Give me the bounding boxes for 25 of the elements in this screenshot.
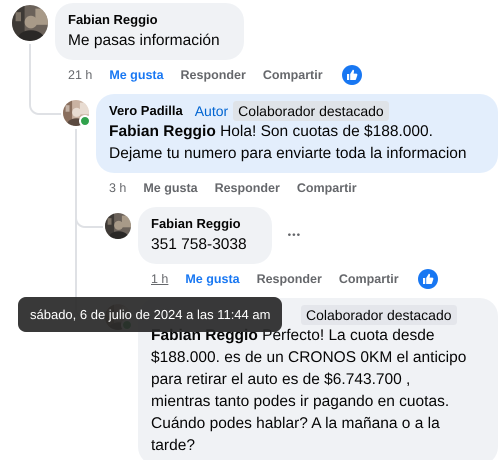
thumbs-up-icon[interactable] [342,65,362,85]
contributor-badge: Colaborador destacado [233,101,389,121]
comment-text: 351 758-3038 [151,235,248,255]
action-link[interactable]: Compartir [338,272,399,286]
action-link[interactable]: Me gusta [109,68,164,82]
more-options-button[interactable]: ••• [284,226,306,245]
action-link[interactable]: Me gusta [185,272,240,286]
timestamp-link[interactable]: 1 h [151,272,168,286]
author-label: Autor [194,102,228,121]
author-name[interactable]: Fabian Reggio [151,214,241,234]
comment-text: Fabian Reggio Hola! Son cuotas de $188.000. Dejame tu numero para enviarte toda la informacion [109,122,468,164]
action-link[interactable]: Compartir [296,181,357,195]
action-link[interactable]: Responder [214,181,280,195]
timestamp-link[interactable]: 3 h [109,181,126,195]
comment-text: Me pasas información [68,31,220,51]
action-link[interactable]: Me gusta [143,181,198,195]
action-link[interactable]: Responder [180,68,246,82]
timestamp-link[interactable]: 21 h [68,68,92,82]
thumbs-up-icon[interactable] [418,269,438,289]
author-name[interactable]: Vero Padilla [109,101,183,121]
action-link[interactable]: Compartir [262,68,323,82]
contributor-badge: Colaborador destacado [301,305,457,325]
date-tooltip: sábado, 6 de julio de 2024 a las 11:44 am [18,297,282,332]
action-link[interactable]: Responder [256,272,322,286]
author-name[interactable]: Fabian Reggio [68,10,158,30]
